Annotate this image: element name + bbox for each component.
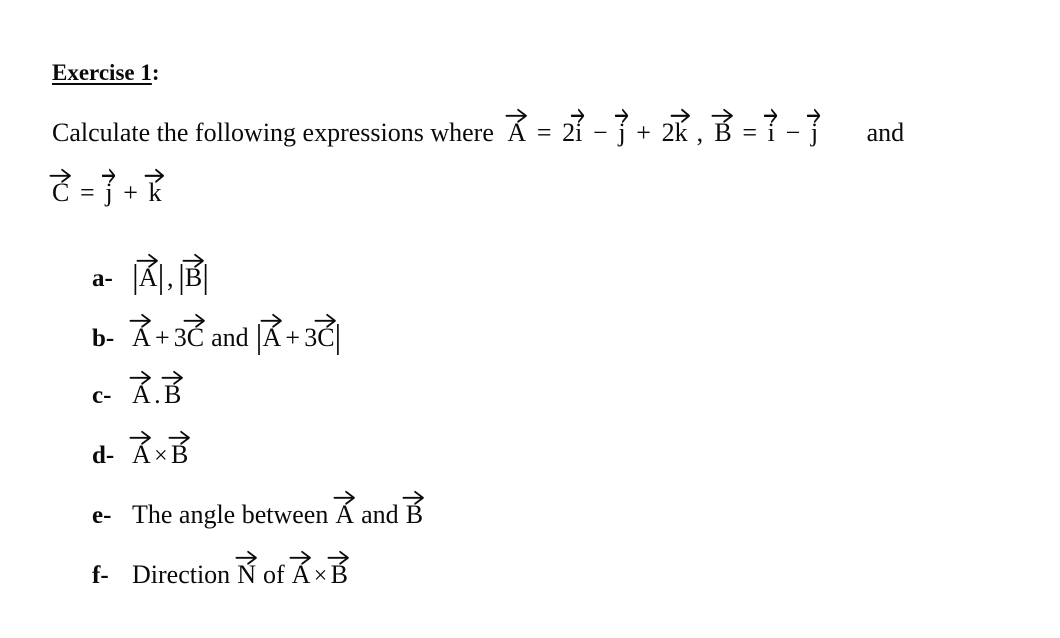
list-item: a- | A|, | B|	[92, 253, 992, 322]
plus-sign-1: +	[636, 118, 651, 147]
vector-c: C	[183, 313, 206, 351]
list-item-content: The angle between Aand B	[132, 490, 425, 529]
abs-bar-open: |	[255, 319, 263, 357]
vector-c: C	[49, 168, 71, 206]
conjunction-and: and	[866, 118, 905, 147]
equals-sign: =	[536, 118, 552, 147]
document-page: Exercise 1: Calculate the following expr…	[0, 0, 1060, 638]
exercise-item-list: a- | A|, | B| b- A +3 Cand | A +3 C| c- A. B d- A × B e-…	[92, 253, 992, 622]
list-item: d- A × B	[92, 430, 992, 502]
plus-sign-2: +	[285, 323, 301, 352]
arrow-icon	[136, 253, 159, 268]
arrow-icon	[101, 168, 115, 183]
abs-bar-close: |	[334, 319, 342, 357]
unit-vector-j-2: j	[807, 108, 821, 146]
arrow-icon	[571, 108, 585, 123]
direction-text-before: Direction	[132, 560, 231, 589]
arrow-icon	[182, 253, 204, 268]
list-item: f- Direction Nof A × B	[92, 550, 992, 622]
coefficient-3b: 3	[304, 323, 318, 352]
arrow-icon	[711, 108, 733, 123]
vector-a: A	[136, 253, 159, 291]
vector-n: N	[235, 550, 257, 588]
coefficient-3: 3	[173, 323, 187, 352]
separator-comma: ,	[696, 118, 704, 147]
list-item-marker: d-	[92, 442, 115, 469]
list-item-marker: c-	[92, 382, 112, 409]
vector-a-2: A	[260, 313, 282, 351]
list-item-marker: e-	[92, 502, 112, 529]
arrow-icon	[49, 168, 71, 183]
vector-a: A	[129, 430, 152, 468]
list-item-content: | A|, | B|	[132, 253, 210, 297]
unit-vector-k-2: k	[144, 168, 164, 206]
vector-b: B	[161, 370, 183, 408]
direction-text-middle: of	[262, 560, 285, 589]
unit-vector-k-1: k	[670, 108, 691, 146]
arrow-icon	[505, 108, 527, 123]
list-item-marker: a-	[92, 265, 113, 292]
vector-a: A	[129, 370, 152, 408]
page-title-underlined: Exercise 1	[52, 60, 152, 85]
unit-vector-j-1: j	[614, 108, 628, 146]
page-title-colon: :	[151, 60, 160, 85]
abs-bar-close: |	[157, 259, 165, 297]
a-coeff-1: 2	[562, 118, 576, 147]
intro-line-1: Calculate the following expressions wher…	[52, 108, 1042, 147]
list-item-content: A × B	[129, 430, 190, 469]
vector-a: A	[129, 313, 152, 351]
list-item-content: A +3 Cand | A +3 C|	[129, 313, 342, 357]
minus-sign-2: −	[785, 118, 801, 147]
vector-b: B	[402, 490, 425, 528]
cross-product-operator: ×	[313, 563, 328, 589]
list-item-marker: f-	[92, 562, 109, 589]
arrow-icon	[144, 168, 164, 183]
plus-sign: +	[154, 323, 170, 352]
arrow-icon	[670, 108, 691, 123]
unit-vector-i-2: i	[763, 108, 778, 146]
list-item-marker: b-	[92, 325, 115, 352]
vector-b: B	[711, 108, 733, 146]
vector-c-2: C	[314, 313, 336, 351]
vector-a: A	[333, 490, 355, 528]
abs-bar-open: |	[132, 259, 139, 297]
a-coeff-3: 2	[661, 118, 675, 147]
intro-line-2: C = j + k	[49, 168, 164, 207]
vector-a: A	[289, 550, 311, 588]
arrow-icon	[763, 108, 778, 123]
list-item-content: Direction Nof A × B	[132, 550, 350, 589]
vector-a: A	[505, 108, 527, 146]
conjunction-and: and	[211, 323, 249, 352]
unit-vector-i-1: i	[571, 108, 585, 146]
list-item: b- A +3 Cand | A +3 C|	[92, 313, 992, 382]
angle-text-before: The angle between	[132, 500, 329, 529]
intro-lead-text: Calculate the following expressions wher…	[52, 118, 494, 147]
minus-sign-1: −	[593, 118, 608, 147]
list-item: c- A. B	[92, 370, 992, 442]
equals-sign-2: =	[742, 118, 758, 147]
vector-b: B	[168, 430, 190, 468]
angle-text-middle: and	[361, 500, 399, 529]
dot-product-operator: .	[154, 380, 161, 409]
arrow-icon	[807, 108, 821, 123]
abs-bar-close-2: |	[202, 259, 210, 297]
vector-b: B	[327, 550, 350, 588]
plus-sign-2: +	[123, 178, 138, 207]
list-item-content: A.B	[129, 370, 183, 409]
list-item: e- The angle between Aand B	[92, 490, 992, 562]
vector-b: B	[182, 253, 204, 291]
cross-product-operator: ×	[154, 443, 168, 469]
separator-comma: ,	[166, 263, 174, 292]
page-title: Exercise 1:	[52, 60, 160, 85]
abs-bar-open-2: |	[178, 259, 185, 297]
arrow-icon	[614, 108, 628, 123]
unit-vector-j-3: j	[101, 168, 115, 206]
equals-sign-3: =	[80, 178, 95, 207]
